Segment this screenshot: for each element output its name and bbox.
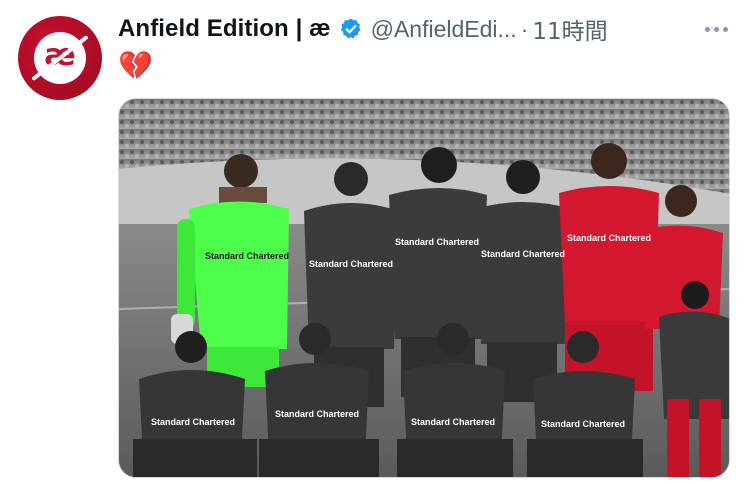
sponsor-text-player-9: Standard Chartered xyxy=(541,419,625,429)
separator-dot: · xyxy=(520,15,529,42)
team-photo-illustration: Standard Chartered Standard Chartered St… xyxy=(119,99,729,477)
timestamp[interactable]: 11時間 xyxy=(532,12,607,46)
sponsor-text-player-2: Standard Chartered xyxy=(309,259,393,269)
tweet-header: Anfield Edition | æ @AnfieldEdi... · 11時… xyxy=(118,12,734,46)
verified-badge-icon xyxy=(339,17,363,41)
display-name[interactable]: Anfield Edition | æ xyxy=(118,15,331,43)
sponsor-text-player-6: Standard Chartered xyxy=(151,417,235,427)
sponsor-text-keeper: Standard Chartered xyxy=(205,251,289,261)
sponsor-text-player-5: Standard Chartered xyxy=(567,233,651,243)
sponsor-text-player-4: Standard Chartered xyxy=(481,249,565,259)
sponsor-text-player-8: Standard Chartered xyxy=(411,417,495,427)
more-horizontal-icon[interactable] xyxy=(705,12,728,46)
tweet-photo[interactable]: Standard Chartered Standard Chartered St… xyxy=(118,98,730,478)
user-handle[interactable]: @AnfieldEdi... xyxy=(371,16,517,43)
avatar[interactable]: æ xyxy=(18,16,102,100)
tweet-card[interactable]: æ Anfield Edition | æ @AnfieldEdi... · 1… xyxy=(0,0,750,484)
sponsor-text-player-7: Standard Chartered xyxy=(275,409,359,419)
tweet-text: 💔 xyxy=(118,49,153,82)
sponsor-text-player-3: Standard Chartered xyxy=(395,237,479,247)
